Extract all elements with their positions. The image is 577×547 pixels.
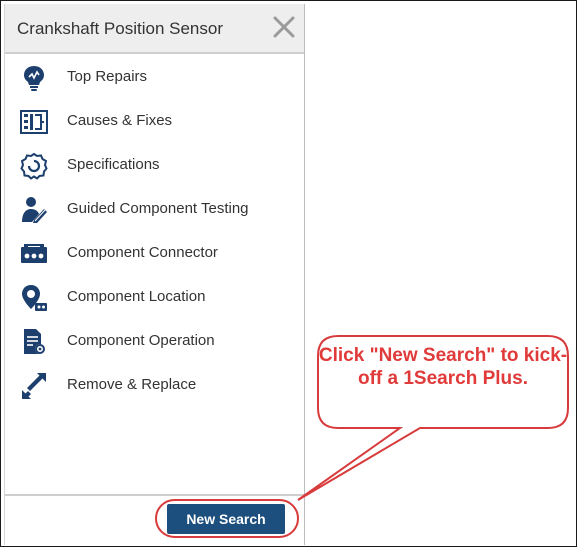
menu-item-top-repairs[interactable]: Top Repairs: [5, 56, 304, 100]
connector-icon: [19, 240, 49, 268]
menu-item-label: Remove & Replace: [67, 376, 197, 393]
menu-item-label: Component Connector: [67, 244, 218, 261]
menu-list: Top Repairs Causes & Fixes Specification…: [5, 56, 304, 408]
menu-item-label: Component Operation: [67, 332, 215, 349]
specifications-icon: [19, 152, 49, 180]
menu-item-label: Component Location: [67, 288, 206, 305]
causes-fixes-icon: [19, 108, 49, 136]
menu-item-component-location[interactable]: Component Location: [5, 276, 304, 320]
side-panel: Crankshaft Position Sensor Top Repairs C…: [4, 4, 305, 545]
menu-item-causes-fixes[interactable]: Causes & Fixes: [5, 100, 304, 144]
menu-item-label: Specifications: [67, 156, 160, 173]
remove-replace-icon: [19, 372, 49, 400]
callout-text: Click "New Search" to kick-off a 1Search…: [318, 345, 568, 389]
operation-icon: [19, 328, 49, 356]
guided-testing-icon: [19, 196, 49, 224]
menu-item-label: Guided Component Testing: [67, 200, 249, 217]
menu-item-guided-component-testing[interactable]: Guided Component Testing: [5, 188, 304, 232]
lightbulb-icon: [19, 64, 49, 92]
menu-item-component-operation[interactable]: Component Operation: [5, 320, 304, 364]
menu-item-label: Top Repairs: [67, 68, 148, 85]
menu-item-label: Causes & Fixes: [67, 112, 173, 129]
panel-header: Crankshaft Position Sensor: [5, 4, 304, 54]
panel-title: Crankshaft Position Sensor: [17, 19, 223, 38]
menu-item-remove-replace[interactable]: Remove & Replace: [5, 364, 304, 408]
location-icon: [19, 284, 49, 312]
new-search-button[interactable]: New Search: [167, 504, 285, 534]
close-icon[interactable]: [270, 13, 298, 41]
menu-item-specifications[interactable]: Specifications: [5, 144, 304, 188]
menu-item-component-connector[interactable]: Component Connector: [5, 232, 304, 276]
